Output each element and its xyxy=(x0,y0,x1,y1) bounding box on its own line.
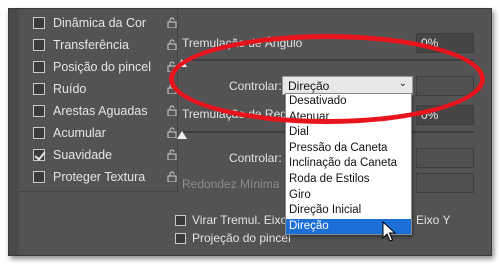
menu-item-fade[interactable]: Atenuar xyxy=(286,110,411,126)
sidebar-item-build-up[interactable]: Acumular xyxy=(33,122,181,144)
checkbox[interactable] xyxy=(33,61,45,73)
checkbox[interactable] xyxy=(33,171,45,183)
projection-checkbox[interactable] xyxy=(175,233,186,244)
menu-item-initial-direction[interactable]: Direção Inicial xyxy=(286,203,411,219)
lock-icon[interactable] xyxy=(167,39,177,50)
brush-settings-panel: Dinâmica da Cor Transferência Posição do… xyxy=(8,8,492,256)
sidebar-item-protect-texture[interactable]: Proteger Textura xyxy=(33,166,181,188)
min-roundness-label: Redondez Mínima xyxy=(182,177,280,191)
roundness-jitter-slider-handle[interactable] xyxy=(177,131,187,139)
lock-icon[interactable] xyxy=(167,105,177,116)
checkbox[interactable] xyxy=(33,17,45,29)
sidebar-item-label: Ruído xyxy=(53,82,87,96)
chevron-down-icon: ⌄ xyxy=(398,78,407,89)
lock-icon[interactable] xyxy=(167,61,177,72)
lock-icon[interactable] xyxy=(167,149,177,160)
sidebar-item-wet-edges[interactable]: Arestas Aguadas xyxy=(33,100,181,122)
projection-label: Projeção do pincel xyxy=(192,231,291,245)
mouse-pointer-icon xyxy=(382,221,397,242)
checkbox[interactable] xyxy=(33,127,45,139)
menu-item-rotation[interactable]: Giro xyxy=(286,188,411,204)
sidebar-item-color-dynamics[interactable]: Dinâmica da Cor xyxy=(33,12,181,34)
list-bottom-divider xyxy=(19,191,179,192)
roundness-jitter-label: Tremulação de Redo xyxy=(182,107,294,121)
sidebar-item-noise[interactable]: Ruído xyxy=(33,78,181,100)
lock-icon[interactable] xyxy=(167,127,177,138)
flip-y-label: Eixo Y xyxy=(416,213,451,227)
sidebar-item-transfer[interactable]: Transferência xyxy=(33,34,181,56)
lock-icon[interactable] xyxy=(167,171,177,182)
min-roundness-value xyxy=(416,173,474,193)
sidebar-item-label: Transferência xyxy=(53,38,129,52)
checkbox-checked[interactable] xyxy=(33,149,45,161)
brush-options-list: Dinâmica da Cor Transferência Posição do… xyxy=(19,9,177,191)
roundness-jitter-value[interactable]: 0% xyxy=(416,105,474,125)
menu-item-off[interactable]: Desativado xyxy=(286,94,411,110)
angle-control-label: Controlar: xyxy=(229,79,282,93)
menu-item-dial[interactable]: Dial xyxy=(286,125,411,141)
flip-x-label: Virar Tremul. Eixo xyxy=(192,213,288,227)
checkbox[interactable] xyxy=(33,83,45,95)
sidebar-item-label: Arestas Aguadas xyxy=(53,104,148,118)
menu-item-pen-pressure[interactable]: Pressão da Caneta xyxy=(286,141,411,157)
checkbox[interactable] xyxy=(33,39,45,51)
angle-jitter-value[interactable]: 0% xyxy=(416,33,474,53)
angle-control-extra xyxy=(416,76,474,96)
panel-divider xyxy=(177,9,178,191)
sidebar-item-label: Acumular xyxy=(53,126,106,140)
sidebar-item-smoothing[interactable]: Suavidade xyxy=(33,144,181,166)
lock-icon[interactable] xyxy=(167,17,177,28)
sidebar-item-label: Posição do pincel xyxy=(53,60,151,74)
angle-jitter-slider-handle[interactable] xyxy=(177,59,187,67)
control-dropdown-menu: Desativado Atenuar Dial Pressão da Canet… xyxy=(285,93,412,235)
flip-x-checkbox[interactable] xyxy=(175,215,186,226)
sidebar-item-label: Proteger Textura xyxy=(53,170,146,184)
panel-edge xyxy=(9,9,19,255)
angle-jitter-label: Tremulação de Ângulo xyxy=(182,36,303,50)
checkbox[interactable] xyxy=(33,105,45,117)
sidebar-item-brush-pose[interactable]: Posição do pincel xyxy=(33,56,181,78)
menu-item-pen-tilt[interactable]: Inclinação da Caneta xyxy=(286,156,411,172)
angle-control-selected: Direção xyxy=(288,79,330,93)
angle-jitter-track[interactable] xyxy=(182,59,474,61)
sidebar-item-label: Dinâmica da Cor xyxy=(53,16,147,30)
sidebar-item-label: Suavidade xyxy=(53,148,113,162)
menu-item-stylus-wheel[interactable]: Roda de Estilos xyxy=(286,172,411,188)
roundness-control-extra xyxy=(416,148,474,168)
lock-icon[interactable] xyxy=(167,83,177,94)
roundness-control-label: Controlar: xyxy=(229,151,282,165)
